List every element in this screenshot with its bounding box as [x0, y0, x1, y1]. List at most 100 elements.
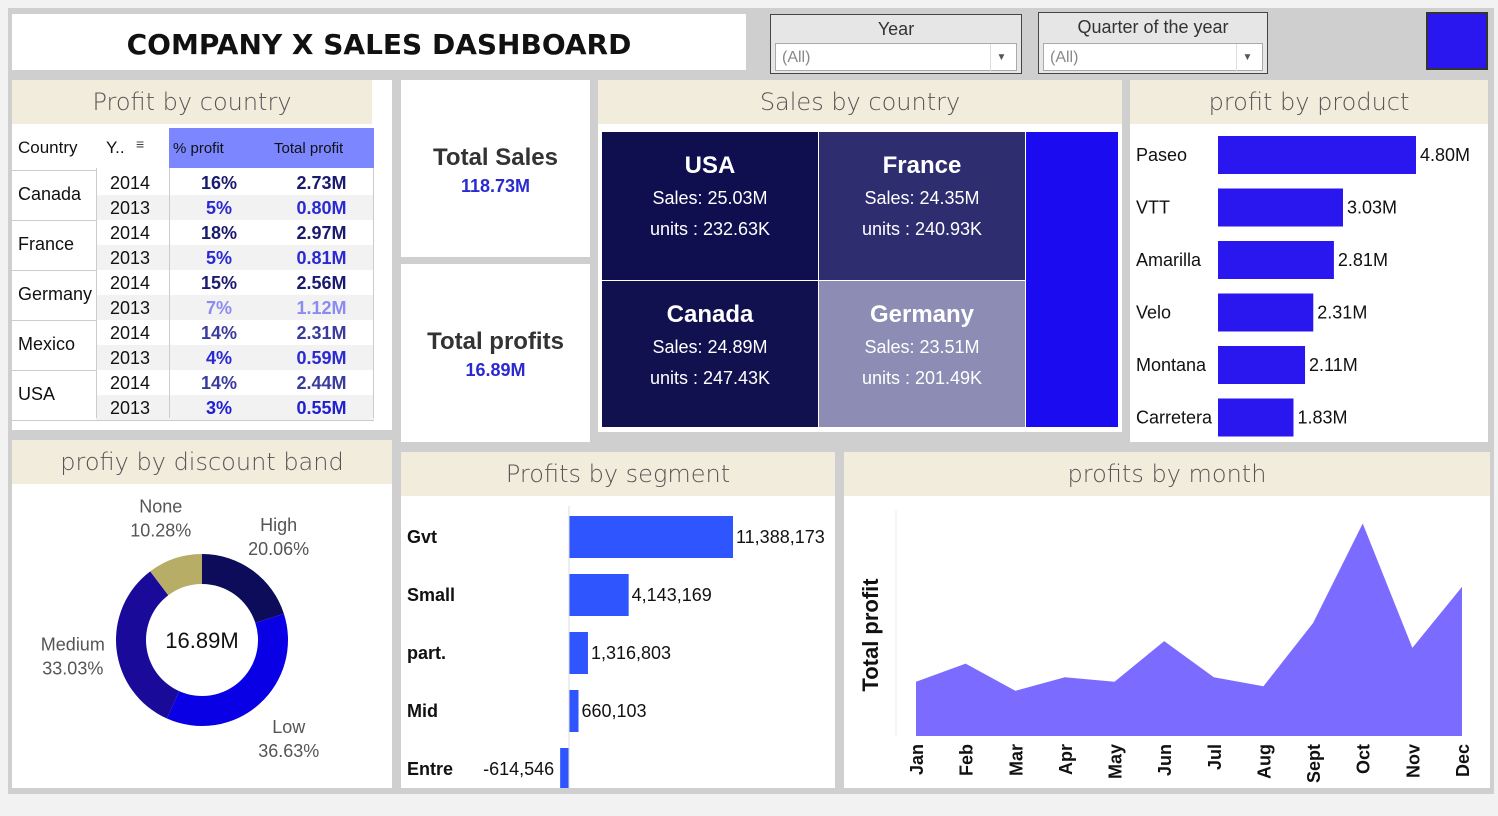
- profit-by-country-title: Profit by country: [12, 80, 372, 124]
- total-profit-cell: 0.81M: [296, 248, 347, 268]
- units-value: 247.43K: [702, 368, 771, 388]
- donut-slice-name: Medium: [41, 635, 105, 655]
- donut-slice-name: Low: [272, 717, 306, 737]
- month-tick-label: Oct: [1354, 744, 1374, 774]
- table-bottom-border: [12, 420, 374, 421]
- month-tick-label: Sept: [1304, 744, 1324, 783]
- total-sales-value: 118.73M: [460, 176, 531, 196]
- table-right-border: [373, 168, 374, 418]
- treemap-units-row: units : 201.49K: [819, 368, 1025, 389]
- country-label: USA: [18, 384, 56, 404]
- year-cell: 2013: [110, 298, 151, 318]
- units-value: 201.49K: [914, 368, 983, 388]
- treemap-country-name: USA: [684, 152, 736, 179]
- month-tick-label: Apr: [1056, 744, 1076, 775]
- profit-by-country-panel: Profit by country Country Y.. ≡ % profit Tot…: [12, 80, 392, 430]
- donut-center-label: 16.89M: [165, 628, 238, 653]
- country-label: Germany: [18, 284, 93, 304]
- total-profits-value: 16.89M: [465, 360, 526, 380]
- product-value-label: 1.83M: [1297, 408, 1347, 428]
- treemap-cell-france[interactable]: France Sales: 24.35M units : 240.93K: [819, 132, 1025, 280]
- profit-by-country-table: Country Y.. ≡ % profit Total profit Canada 201…: [12, 128, 374, 421]
- year-cell: 2013: [110, 398, 151, 418]
- product-label: Velo: [1136, 303, 1171, 323]
- profit-by-product-title: profit by product: [1130, 80, 1488, 124]
- product-bar: [1218, 346, 1306, 384]
- year-cell: 2013: [110, 248, 151, 268]
- units-value: 240.93K: [914, 219, 983, 239]
- segment-value-label: 11,388,173: [736, 527, 825, 547]
- discount-band-panel: profiy by discount band High 20.06% Low 36.…: [12, 440, 392, 788]
- sales-by-country-title: Sales by country: [598, 80, 1122, 124]
- product-value-label: 4.80M: [1420, 145, 1470, 165]
- sort-icon[interactable]: ≡: [136, 136, 144, 152]
- units-value: 232.63K: [702, 219, 771, 239]
- col-header-country: Country: [18, 138, 78, 157]
- year-filter-select[interactable]: (All) ▼: [775, 43, 1017, 72]
- quarter-filter-value: (All): [1050, 49, 1079, 66]
- units-label: units :: [649, 368, 703, 388]
- donut-slice-pct: 10.28%: [130, 521, 191, 541]
- pct-profit-cell: 5%: [205, 248, 232, 268]
- units-label: units :: [649, 219, 703, 239]
- donut-slice-pct: 36.63%: [258, 741, 319, 761]
- sales-label: Sales:: [652, 188, 708, 208]
- year-filter[interactable]: Year (All) ▼: [770, 14, 1022, 74]
- year-cell: 2014: [110, 373, 151, 393]
- sales-value: 24.89M: [707, 337, 768, 357]
- color-swatch[interactable]: [1426, 12, 1488, 70]
- profits-by-month-panel: profits by month Jan Feb Mar Apr May Jun Jul Au…: [844, 452, 1490, 788]
- pct-profit-cell: 3%: [205, 398, 232, 418]
- product-bar: [1218, 293, 1314, 332]
- treemap-cell-usa[interactable]: USA Sales: 25.03M units : 232.63K: [602, 132, 818, 280]
- year-cell: 2014: [110, 323, 151, 343]
- total-profit-cell: 0.55M: [296, 398, 347, 418]
- treemap-cell-canada[interactable]: Canada Sales: 24.89M units : 247.43K: [602, 281, 818, 427]
- sales-treemap: USA Sales: 25.03M units : 232.63K France Sal…: [602, 132, 1118, 428]
- profit-area: [916, 523, 1462, 736]
- total-profit-cell: 0.59M: [296, 348, 347, 368]
- segment-bar: [569, 690, 579, 732]
- pct-profit-cell: 7%: [205, 298, 232, 318]
- month-tick-label: Feb: [957, 744, 977, 776]
- treemap-cell-other[interactable]: [1026, 132, 1118, 427]
- country-label: Mexico: [18, 334, 76, 354]
- year-cell: 2014: [110, 273, 151, 293]
- total-sales-card: Total Sales 118.73M: [401, 80, 590, 257]
- y-axis-label: Total profit: [858, 578, 883, 692]
- month-tick-label: May: [1106, 744, 1126, 779]
- sales-label: Sales:: [864, 337, 920, 357]
- total-profit-cell: 1.12M: [296, 298, 347, 318]
- total-profits-card: Total profits 16.89M: [401, 264, 590, 442]
- donut-slice-pct: 20.06%: [248, 539, 309, 559]
- treemap-sales-row: Sales: 25.03M: [602, 188, 818, 209]
- product-bar: [1218, 241, 1334, 279]
- month-tick-label: Mar: [1006, 744, 1026, 776]
- segment-label: part.: [407, 643, 446, 663]
- treemap-sales-row: Sales: 24.89M: [602, 337, 818, 358]
- segment-value-label: 660,103: [582, 701, 647, 721]
- month-tick-label: Dec: [1453, 744, 1473, 777]
- segment-label: Gvt: [407, 527, 437, 547]
- table-col-divider: [96, 168, 97, 418]
- quarter-filter[interactable]: Quarter of the year (All) ▼: [1038, 12, 1268, 74]
- month-tick-label: Jun: [1155, 744, 1175, 776]
- treemap-cell-germany[interactable]: Germany Sales: 23.51M units : 201.49K: [819, 281, 1025, 427]
- sales-value: 23.51M: [919, 337, 980, 357]
- month-tick-label: Jul: [1205, 744, 1225, 770]
- chevron-down-icon[interactable]: ▼: [990, 44, 1012, 72]
- discount-band-donut: High 20.06% Low 36.63% Medium 33.03% None 10.28…: [41, 497, 319, 761]
- quarter-filter-select[interactable]: (All) ▼: [1043, 43, 1263, 72]
- country-label: Canada: [18, 184, 82, 204]
- col-header-total: Total profit: [274, 140, 344, 157]
- chevron-down-icon[interactable]: ▼: [1236, 44, 1258, 72]
- segment-bar: [569, 516, 733, 558]
- total-profit-cell: 2.56M: [296, 273, 347, 293]
- profit-by-product-chart: Paseo 4.80M VTT 3.03M Amarilla 2.81M Velo 2.31M…: [1136, 136, 1470, 437]
- pct-profit-cell: 14%: [200, 323, 238, 343]
- donut-slice-name: None: [139, 497, 182, 517]
- total-sales-label: Total Sales: [433, 144, 558, 171]
- col-header-pct: % profit: [173, 140, 224, 157]
- year-cell: 2013: [110, 348, 151, 368]
- product-value-label: 2.11M: [1309, 355, 1358, 375]
